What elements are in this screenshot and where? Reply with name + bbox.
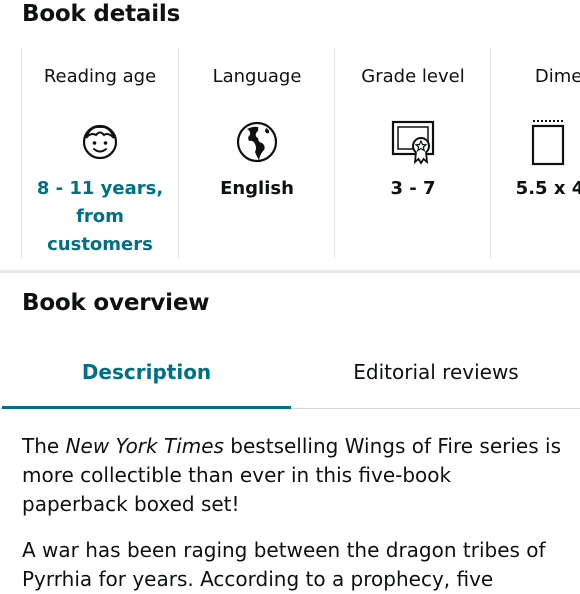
detail-value: English	[220, 178, 294, 199]
description-paragraph: The New York Times bestselling Wings of …	[22, 434, 561, 516]
section-divider	[0, 270, 580, 273]
detail-dimensions: Dimens 5.5 x 4.1 inch	[490, 48, 580, 258]
book-dimensions-icon	[531, 118, 575, 166]
newspaper-title: New York Times	[65, 434, 224, 458]
description-paragraph: A war has been raging between the dragon…	[22, 538, 546, 591]
detail-label: Dimens	[534, 66, 580, 87]
book-details-title: Book details	[22, 1, 181, 27]
overview-tabs: Description Editorial reviews	[0, 350, 580, 409]
detail-value[interactable]: 8 - 11 years, from customers	[22, 175, 178, 258]
tab-editorial-reviews[interactable]: Editorial reviews	[291, 350, 580, 406]
detail-value: 3 - 7	[390, 178, 436, 199]
detail-grade-level: Grade level 3 - 7	[334, 48, 491, 258]
detail-label: Grade level	[361, 66, 465, 87]
detail-label: Reading age	[43, 66, 157, 87]
tab-description[interactable]: Description	[2, 350, 291, 409]
detail-label: Language	[212, 66, 302, 87]
detail-reading-age: Reading age 8 - 11 years, from customers	[21, 48, 178, 258]
book-overview-title: Book overview	[22, 290, 210, 316]
detail-value: 5.5 x 4.1 inch	[515, 178, 580, 199]
certificate-icon	[391, 118, 435, 166]
book-details-carousel[interactable]: Reading age 8 - 11 years, from customers…	[0, 48, 580, 258]
detail-language: Language English	[178, 48, 335, 258]
child-face-icon	[78, 118, 122, 166]
globe-icon	[235, 118, 279, 166]
